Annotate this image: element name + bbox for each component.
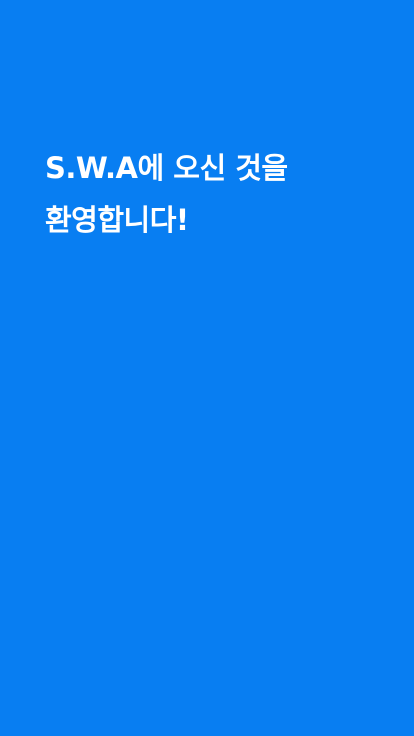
welcome-heading: S.W.A에 오신 것을 환영합니다! — [45, 142, 288, 246]
splash-screen: S.W.A에 오신 것을 환영합니다! — [0, 0, 414, 736]
welcome-line-2: 환영합니다! — [45, 203, 189, 237]
welcome-line-1: S.W.A에 오신 것을 — [45, 151, 288, 185]
